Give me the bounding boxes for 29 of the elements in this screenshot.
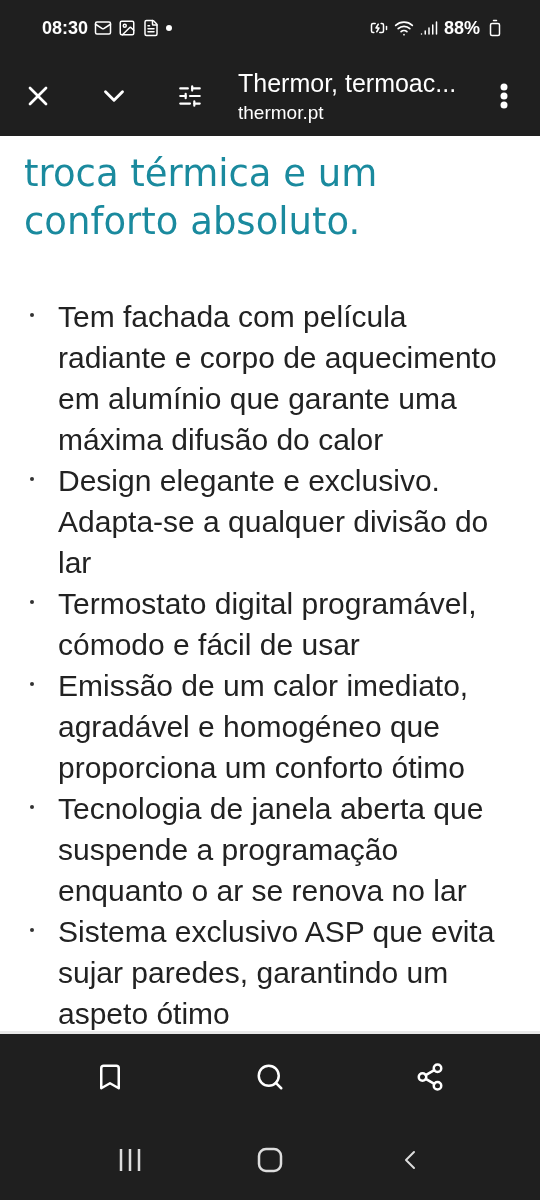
feature-text: Emissão de um calor imediato, agradável e homogéneo que proporciona um conforto ótimo [58, 668, 470, 786]
search-icon [255, 1062, 285, 1092]
feature-text: Sistema exclusivo ASP que evita sujar paredes, garantindo um aspeto ótimo [58, 914, 496, 1031]
menu-icon [500, 83, 508, 109]
three-lines-icon [117, 1147, 143, 1173]
heading-text: troca térmica e um conforto absoluto. [24, 151, 379, 245]
feature-text: Design elegante e exclusivo. Adapta-se a qualquer divisão do lar [58, 463, 490, 581]
feature-text: Termostato digital programável, cómodo e fácil de usar [58, 586, 478, 663]
page-url: thermor.pt [238, 101, 325, 124]
bullet-icon [30, 313, 34, 317]
feature-text: Tem fachada com película radiante e corpo de aquecimento em alumínio que garante uma máxima difusão do calor [58, 299, 498, 458]
dot-icon [166, 25, 173, 31]
document-icon [142, 19, 161, 37]
bullet-icon [30, 682, 34, 686]
share-icon [415, 1062, 445, 1092]
sliders-icon [177, 83, 203, 109]
bullet-icon [30, 928, 34, 932]
mail-icon [94, 19, 113, 37]
page-title: Thermor, termoac... [238, 68, 458, 98]
rounded-square-icon [257, 1147, 283, 1173]
image-icon [118, 19, 137, 37]
bullet-icon [30, 600, 34, 604]
status-time: 08:30 [42, 17, 89, 39]
feature-text: Tecnologia de janela aberta que suspende a programação enquanto o ar se renova no lar [58, 791, 485, 909]
wifi-icon [393, 18, 414, 38]
battery-percentage: 88% [443, 17, 480, 39]
bullet-icon [30, 805, 34, 809]
bullet-icon [30, 477, 34, 481]
signal-icon [419, 19, 438, 37]
